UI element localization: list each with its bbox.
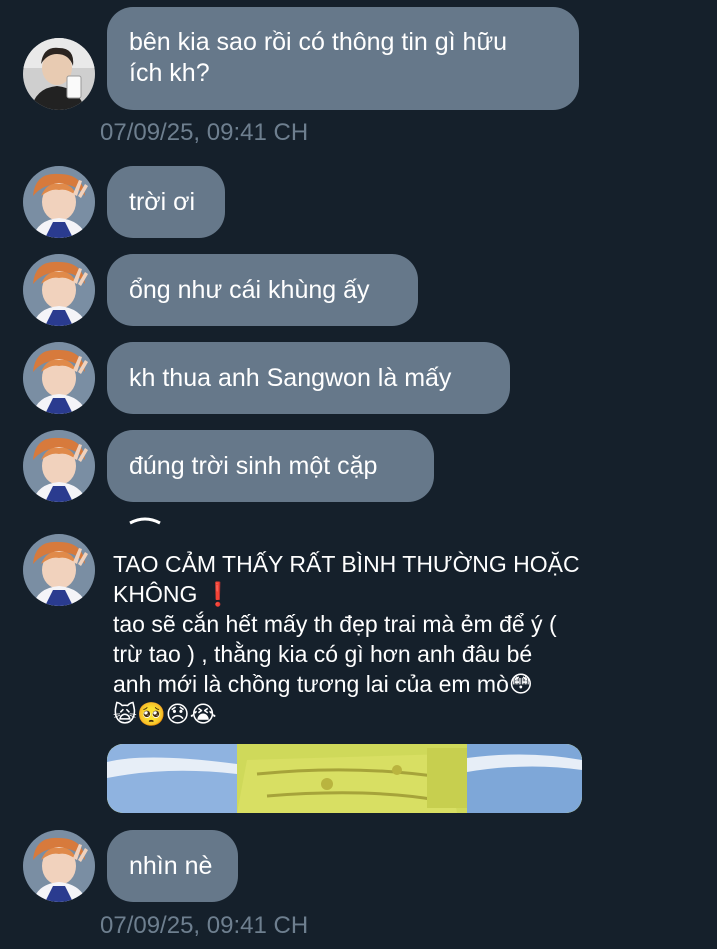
message-bubble[interactable]: ổng như cái khùng ấy: [107, 254, 418, 326]
message-bubble[interactable]: kh thua anh Sangwon là mấy: [107, 342, 510, 414]
message-bubble[interactable]: nhìn nè: [107, 830, 238, 902]
avatar[interactable]: [23, 342, 95, 414]
message-text-block[interactable]: TAO CẢM THẤY RẤT BÌNH THƯỜNG HOẶC KHÔNG …: [113, 549, 613, 729]
message-text: nhìn nè: [129, 852, 213, 880]
avatar[interactable]: [23, 38, 95, 110]
message-text: kh thua anh Sangwon là mấy: [129, 364, 452, 392]
avatar-orange-hair-peace-sign-icon: [23, 342, 95, 414]
avatar[interactable]: [23, 830, 95, 902]
avatar-orange-hair-peace-sign-icon: [23, 254, 95, 326]
quote-mark-icon: [129, 517, 161, 525]
message-line: trừ tao ) , thằng kia có gì hơn anh đâu …: [113, 641, 533, 667]
message-bubble[interactable]: bên kia sao rồi có thông tin gì hữu ích …: [107, 7, 579, 110]
message-text: đúng trời sinh một cặp: [129, 452, 378, 480]
media-image[interactable]: [107, 744, 582, 813]
avatar[interactable]: [23, 166, 95, 238]
message-line: KHÔNG ❗: [113, 579, 613, 609]
avatar[interactable]: [23, 430, 95, 502]
avatar-orange-hair-peace-sign-icon: [23, 166, 95, 238]
message-line: anh mới là chồng tương lai của em mò😳: [113, 671, 533, 697]
avatar[interactable]: [23, 534, 95, 606]
timestamp: 07/09/25, 09:41 CH: [100, 912, 309, 939]
message-text: ích kh?: [129, 59, 210, 87]
message-bubble[interactable]: trời ơi: [107, 166, 225, 238]
avatar-orange-hair-peace-sign-icon: [23, 534, 95, 606]
message-line: TAO CẢM THẤY RẤT BÌNH THƯỜNG HOẶC: [113, 551, 580, 577]
timestamp: 07/09/25, 09:41 CH: [100, 119, 309, 146]
emoji-row: 🙀🥺😞😭: [113, 701, 217, 727]
avatar-orange-hair-peace-sign-icon: [23, 830, 95, 902]
message-text: trời ơi: [129, 188, 196, 216]
message-line: tao sẽ cắn hết mấy th đẹp trai mà ẻm để …: [113, 611, 557, 637]
message-text: bên kia sao rồi có thông tin gì hữu: [129, 28, 508, 56]
exclamation-emoji-icon: ❗: [203, 581, 233, 607]
message-line-text: KHÔNG: [113, 581, 198, 607]
avatar-boy-with-phone-icon: [23, 38, 95, 110]
avatar-orange-hair-peace-sign-icon: [23, 430, 95, 502]
avatar[interactable]: [23, 254, 95, 326]
message-bubble[interactable]: đúng trời sinh một cặp: [107, 430, 434, 502]
message-text: ổng như cái khùng ấy: [129, 276, 370, 304]
spongebob-image-thumbnail-icon: [107, 744, 582, 813]
